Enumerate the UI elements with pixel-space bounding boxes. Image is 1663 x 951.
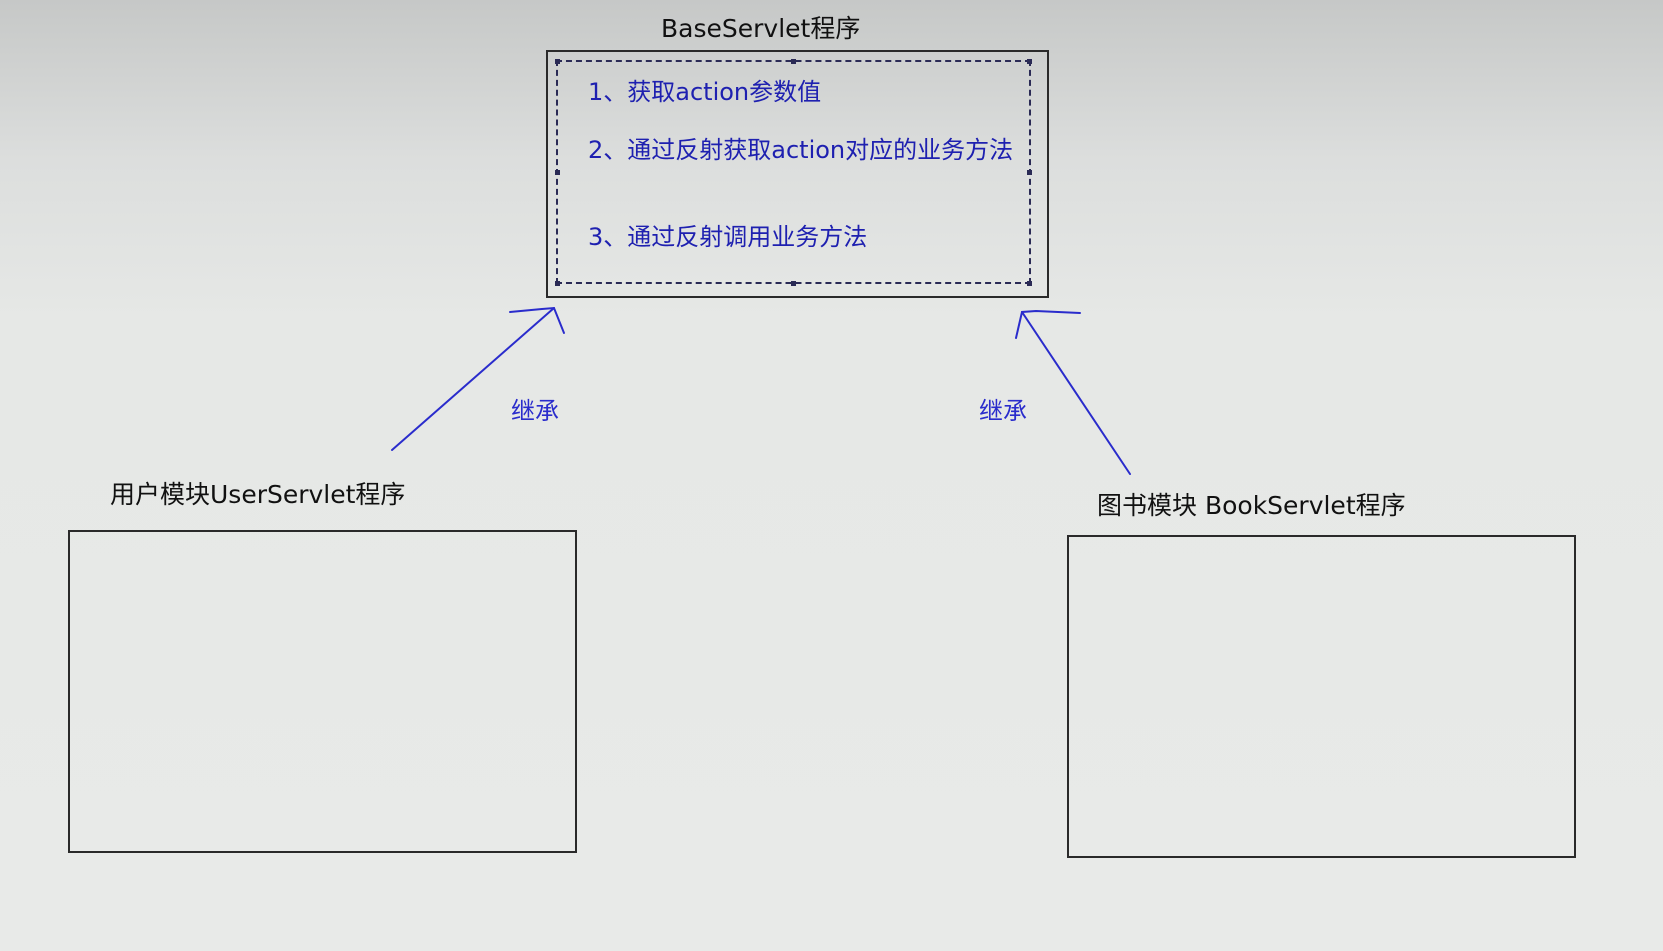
book-servlet-title: 图书模块 BookServlet程序: [1097, 491, 1406, 520]
left-inheritance-label: 继承: [511, 397, 559, 425]
right-inheritance-arrow-line: [1021, 311, 1131, 475]
right-inheritance-label: 继承: [979, 397, 1027, 425]
user-servlet-title: 用户模块UserServlet程序: [110, 480, 406, 509]
left-arrowhead: [509, 306, 565, 334]
book-servlet-box[interactable]: [1067, 535, 1576, 858]
left-inheritance-arrow-line: [391, 307, 555, 451]
right-arrowhead: [1015, 309, 1081, 339]
user-servlet-box[interactable]: [68, 530, 577, 853]
